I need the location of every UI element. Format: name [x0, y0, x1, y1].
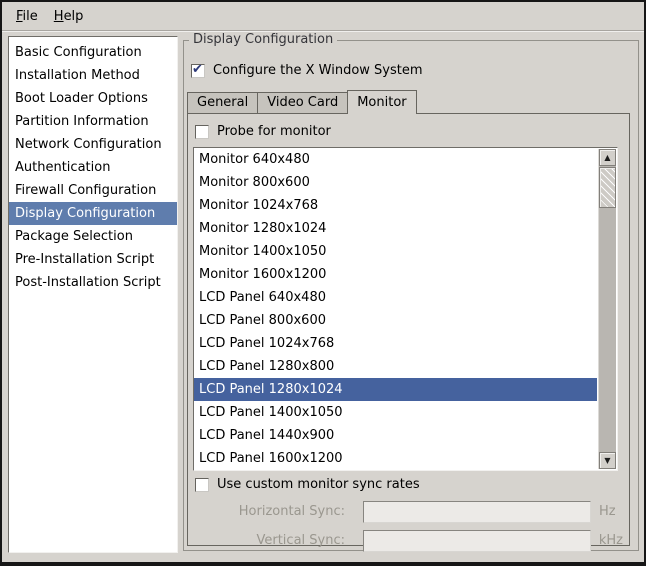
horizontal-sync-input: [363, 501, 591, 523]
probe-for-monitor-row: ✔ Probe for monitor: [195, 122, 623, 141]
menu-help-rest: elp: [64, 9, 84, 24]
scroll-up-icon: ▲: [604, 153, 610, 162]
vertical-sync-unit: kHz: [599, 533, 623, 548]
category-list-item[interactable]: Pre-Installation Script: [9, 248, 177, 271]
configure-x-checkbox[interactable]: ✔: [191, 64, 205, 78]
kickstart-configurator-window: File Help Basic ConfigurationInstallatio…: [0, 0, 646, 566]
monitor-list: Monitor 640x480Monitor 800x600Monitor 10…: [193, 147, 618, 471]
monitor-list-item[interactable]: LCD Panel 1400x1050: [194, 401, 597, 424]
category-list: Basic ConfigurationInstallation MethodBo…: [8, 36, 178, 553]
menu-file-rest: ile: [23, 9, 38, 24]
horizontal-sync-label: Horizontal Sync:: [193, 504, 345, 519]
monitor-tab-panel: ✔ Probe for monitor Monitor 640x480Monit…: [187, 113, 630, 546]
menu-help[interactable]: Help: [46, 5, 92, 28]
category-list-item[interactable]: Display Configuration: [9, 202, 177, 225]
tab-bar: GeneralVideo CardMonitor: [187, 88, 630, 113]
monitor-list-item[interactable]: LCD Panel 800x600: [194, 309, 597, 332]
configure-x-row: ✔ Configure the X Window System: [191, 63, 423, 78]
category-list-item[interactable]: Basic Configuration: [9, 41, 177, 64]
vertical-sync-row: Vertical Sync: kHz: [193, 529, 623, 552]
monitor-list-item[interactable]: LCD Panel 1440x900: [194, 424, 597, 447]
tab[interactable]: Video Card: [257, 92, 348, 113]
category-list-item[interactable]: Network Configuration: [9, 133, 177, 156]
monitor-list-item[interactable]: Monitor 1600x1200: [194, 263, 597, 286]
vertical-sync-input: [363, 530, 591, 552]
menu-help-mnemonic: H: [54, 9, 64, 24]
monitor-list-item[interactable]: Monitor 1400x1050: [194, 240, 597, 263]
monitor-list-item[interactable]: Monitor 800x600: [194, 171, 597, 194]
scrollbar-thumb[interactable]: [599, 167, 616, 208]
frame-legend: Display Configuration: [189, 32, 337, 47]
scroll-up-button[interactable]: ▲: [599, 149, 616, 166]
tab[interactable]: General: [187, 92, 258, 113]
category-list-item[interactable]: Installation Method: [9, 64, 177, 87]
configure-x-label: Configure the X Window System: [213, 63, 423, 78]
category-list-item[interactable]: Authentication: [9, 156, 177, 179]
probe-for-monitor-checkbox[interactable]: ✔: [195, 125, 209, 139]
monitor-list-item[interactable]: Monitor 1024x768: [194, 194, 597, 217]
custom-sync-checkbox[interactable]: ✔: [195, 478, 209, 492]
scroll-down-button[interactable]: ▼: [599, 452, 616, 469]
monitor-list-item[interactable]: LCD Panel 1280x800: [194, 355, 597, 378]
menubar: File Help: [2, 2, 644, 31]
display-configuration-frame: Display Configuration ✔ Configure the X …: [183, 40, 639, 551]
tab[interactable]: Monitor: [347, 90, 416, 114]
horizontal-sync-unit: Hz: [599, 504, 616, 519]
monitor-list-item[interactable]: Monitor 1280x1024: [194, 217, 597, 240]
check-icon: ✔: [192, 63, 203, 77]
custom-sync-label: Use custom monitor sync rates: [217, 477, 420, 492]
monitor-list-scrollbar[interactable]: ▲ ▼: [598, 149, 616, 469]
category-list-item[interactable]: Post-Installation Script: [9, 271, 177, 294]
horizontal-sync-row: Horizontal Sync: Hz: [193, 500, 623, 523]
monitor-list-item[interactable]: LCD Panel 1280x1024: [194, 378, 597, 401]
probe-for-monitor-label: Probe for monitor: [217, 124, 331, 139]
vertical-sync-label: Vertical Sync:: [193, 533, 345, 548]
category-list-item[interactable]: Package Selection: [9, 225, 177, 248]
monitor-list-item[interactable]: LCD Panel 640x480: [194, 286, 597, 309]
monitor-list-item[interactable]: LCD Panel 1600x1200: [194, 447, 597, 470]
category-list-item[interactable]: Boot Loader Options: [9, 87, 177, 110]
category-list-item[interactable]: Partition Information: [9, 110, 177, 133]
custom-sync-row: ✔ Use custom monitor sync rates: [195, 475, 623, 494]
scroll-down-icon: ▼: [604, 456, 610, 465]
category-list-item[interactable]: Firewall Configuration: [9, 179, 177, 202]
monitor-list-item[interactable]: LCD Panel 1024x768: [194, 332, 597, 355]
monitor-list-item[interactable]: Monitor 640x480: [194, 148, 597, 171]
display-notebook: GeneralVideo CardMonitor ✔ Probe for mon…: [187, 88, 630, 546]
menu-file[interactable]: File: [8, 5, 46, 28]
